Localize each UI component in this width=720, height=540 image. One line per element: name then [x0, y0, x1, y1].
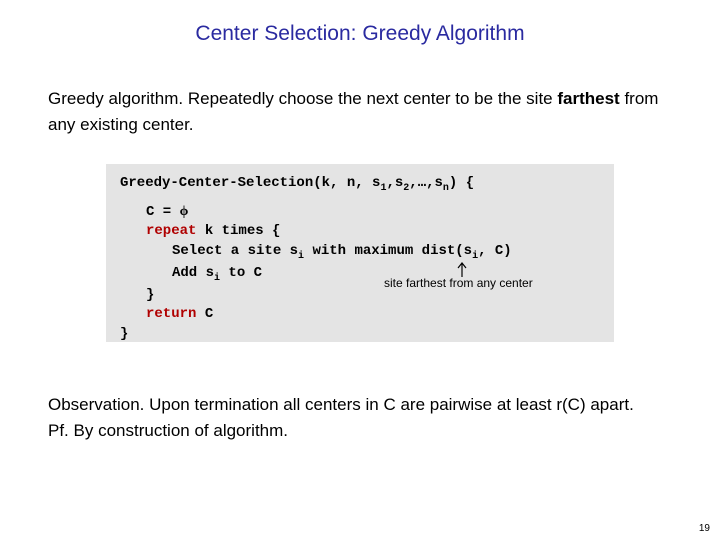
sub-1: 1: [380, 183, 386, 194]
add-a: Add s: [172, 265, 214, 281]
select-c: , C): [478, 243, 512, 259]
repeat-tail: k times {: [196, 223, 280, 239]
intro-prefix: Greedy algorithm. Repeatedly choose the …: [48, 89, 557, 108]
code-line-outerclose: }: [120, 325, 600, 345]
return-tail: C: [196, 306, 213, 322]
repeat-keyword: repeat: [146, 223, 196, 239]
fn-tail: ) {: [449, 175, 474, 191]
code-line-repeat: repeat k times {: [120, 222, 600, 242]
code-line-select: Select a site si with maximum dist(si, C…: [120, 242, 600, 264]
pseudocode-box: Greedy-Center-Selection(k, n, s1,s2,…,sn…: [106, 164, 614, 342]
add-b: to C: [220, 265, 262, 281]
pf-label: Pf.: [48, 421, 69, 440]
phi-symbol: ϕ: [180, 204, 189, 219]
intro-paragraph: Greedy algorithm. Repeatedly choose the …: [48, 86, 672, 137]
obs-text: Upon termination all centers in C are pa…: [144, 395, 633, 414]
sub-2: 2: [403, 183, 409, 194]
c-eq: C =: [146, 204, 180, 220]
slide-title: Center Selection: Greedy Algorithm: [0, 22, 720, 46]
fn-name: Greedy-Center-Selection(k, n, s: [120, 175, 380, 191]
page-number: 19: [699, 523, 710, 534]
select-a: Select a site s: [172, 243, 298, 259]
obs-label: Observation.: [48, 395, 144, 414]
annotation-text: site farthest from any center: [384, 276, 533, 290]
code-line-return: return C: [120, 305, 600, 325]
select-b: with maximum dist(s: [304, 243, 472, 259]
code-line-signature: Greedy-Center-Selection(k, n, s1,s2,…,sn…: [120, 174, 600, 196]
pf-text: By construction of algorithm.: [69, 421, 288, 440]
intro-strong: farthest: [557, 89, 619, 108]
return-keyword: return: [146, 306, 196, 322]
observation-paragraph: Observation. Upon termination all center…: [48, 392, 672, 443]
code-line-init: C = ϕ: [120, 202, 600, 223]
